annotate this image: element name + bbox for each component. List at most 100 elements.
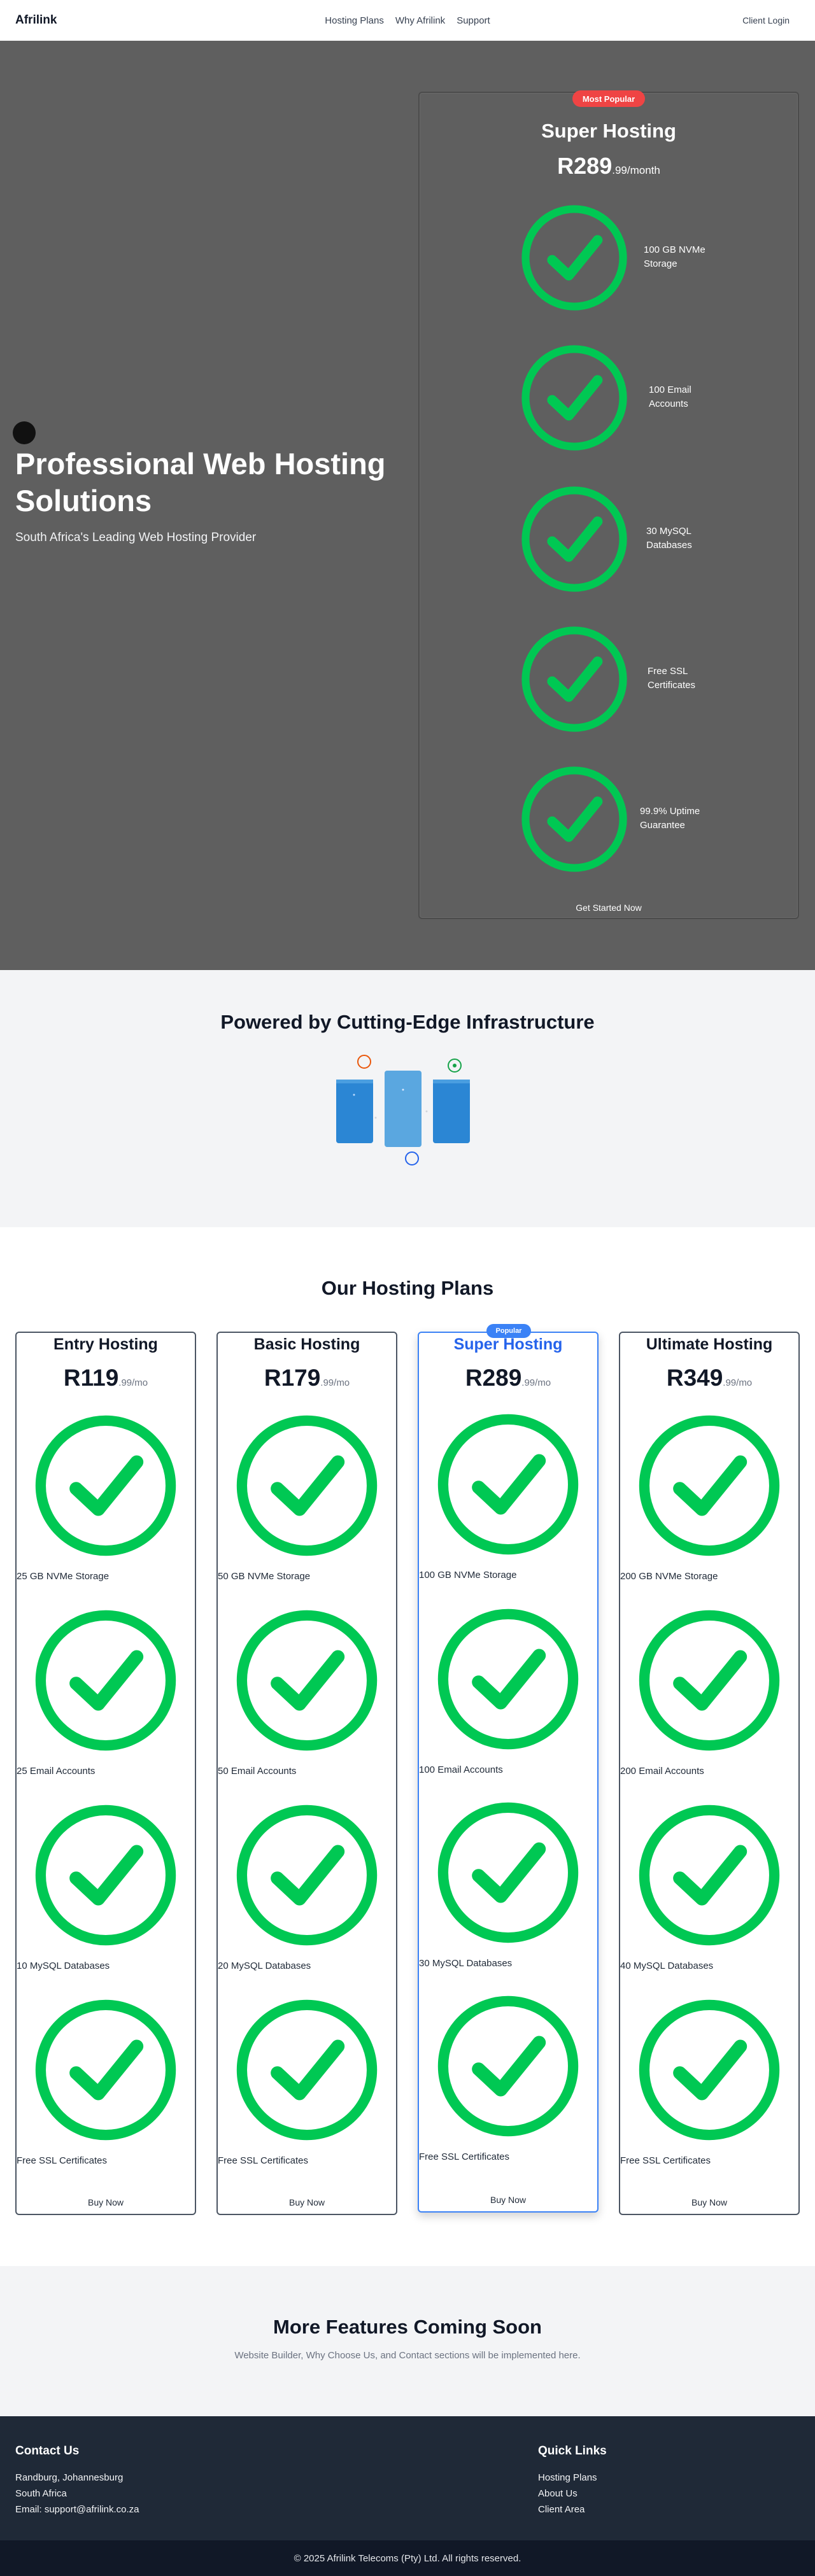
feature-label: 100 Email Accounts bbox=[649, 384, 691, 409]
feature-label: 99.9% Uptime Guarantee bbox=[640, 806, 700, 831]
infrastructure-section: Powered by Cutting-Edge Infrastructure bbox=[0, 970, 815, 1227]
buy-now-button[interactable]: Buy Now bbox=[218, 2197, 396, 2207]
feature-label: 200 Email Accounts bbox=[620, 1766, 704, 1777]
buy-now-button[interactable]: Buy Now bbox=[17, 2197, 195, 2207]
check-circle-icon bbox=[639, 1805, 780, 1946]
nav-why-afrilink[interactable]: Why Afrilink bbox=[395, 15, 445, 26]
price-main: R289 bbox=[557, 153, 613, 179]
plan-price: R349.99/mo bbox=[620, 1365, 798, 1391]
price-suffix: .99/month bbox=[612, 164, 660, 176]
feature-label: 100 GB NVMe Storage bbox=[419, 1570, 517, 1580]
plans-section: Our Hosting Plans Entry Hosting R119.99/… bbox=[0, 1227, 815, 2266]
check-circle-icon bbox=[236, 1415, 378, 1556]
feature-label: Free SSL Certificates bbox=[218, 2155, 308, 2166]
check-circle-icon bbox=[437, 1802, 579, 1943]
feature-label: 100 GB NVMe Storage bbox=[644, 244, 705, 269]
buy-now-button[interactable]: Buy Now bbox=[419, 2195, 597, 2205]
plan-price: R119.99/mo bbox=[17, 1365, 195, 1391]
feature-label: 25 GB NVMe Storage bbox=[17, 1571, 110, 1582]
hero-subtitle: South Africa's Leading Web Hosting Provi… bbox=[15, 531, 257, 544]
most-popular-badge: Most Popular bbox=[572, 90, 645, 107]
infrastructure-title: Powered by Cutting-Edge Infrastructure bbox=[220, 1011, 595, 1033]
check-circle-icon bbox=[521, 345, 627, 451]
footer-copyright: © 2025 Afrilink Telecoms (Pty) Ltd. All … bbox=[0, 2540, 815, 2576]
client-login-link[interactable]: Client Login bbox=[742, 15, 790, 25]
check-circle-icon bbox=[35, 1610, 176, 1751]
feature-label: 50 Email Accounts bbox=[218, 1766, 297, 1777]
footer-link-client-area[interactable]: Client Area bbox=[538, 2502, 607, 2517]
feature-label: Free SSL Certificates bbox=[17, 2155, 107, 2166]
hero-section: Professional Web Hosting Solutions South… bbox=[0, 41, 815, 970]
check-circle-icon bbox=[521, 205, 627, 311]
feature-item: 99.9% Uptime Guarantee bbox=[420, 764, 798, 878]
price-main: R179 bbox=[264, 1365, 321, 1391]
check-circle-icon bbox=[437, 1995, 579, 2137]
feature-label: 25 Email Accounts bbox=[17, 1766, 96, 1777]
coming-soon-title: More Features Coming Soon bbox=[273, 2316, 542, 2338]
plan-card-super: Popular Super Hosting R289.99/mo 100 GB … bbox=[418, 1324, 599, 2213]
footer-link-hosting-plans[interactable]: Hosting Plans bbox=[538, 2470, 607, 2486]
check-circle-icon bbox=[236, 1999, 378, 2141]
plan-name: Super Hosting bbox=[453, 1335, 563, 1353]
price-suffix: .99/mo bbox=[320, 1377, 350, 1388]
feature-label: 200 GB NVMe Storage bbox=[620, 1571, 718, 1582]
footer-links-title: Quick Links bbox=[538, 2444, 607, 2458]
plan-name: Ultimate Hosting bbox=[646, 1335, 773, 1353]
check-circle-icon bbox=[236, 1610, 378, 1751]
feature-label: 30 MySQL Databases bbox=[419, 1958, 513, 1969]
feature-item: 100 GB NVMe Storage bbox=[420, 202, 798, 317]
featured-plan-title: Super Hosting bbox=[541, 120, 676, 142]
feature-label: 20 MySQL Databases bbox=[218, 1960, 311, 1971]
price-suffix: .99/mo bbox=[521, 1377, 551, 1388]
coming-soon-section: More Features Coming Soon Website Builde… bbox=[0, 2266, 815, 2416]
feature-item: Free SSL Certificates bbox=[420, 624, 798, 738]
plans-title: Our Hosting Plans bbox=[321, 1277, 494, 1299]
footer-address-line: Randburg, Johannesburg bbox=[15, 2472, 124, 2483]
site-footer: Contact Us Randburg, Johannesburg South … bbox=[0, 2416, 815, 2576]
featured-plan-price: R289.99/month bbox=[420, 153, 798, 179]
check-circle-icon bbox=[35, 1999, 176, 2141]
feature-item: 100 Email Accounts bbox=[420, 342, 798, 457]
feature-label: 40 MySQL Databases bbox=[620, 1960, 714, 1971]
server-stack-icon bbox=[336, 1055, 470, 1165]
price-suffix: .99/mo bbox=[723, 1377, 753, 1388]
check-circle-icon bbox=[639, 1610, 780, 1751]
feature-label: 10 MySQL Databases bbox=[17, 1960, 110, 1971]
plan-price: R289.99/mo bbox=[419, 1365, 597, 1391]
hero-decoration bbox=[13, 421, 36, 444]
feature-label: Free SSL Certificates bbox=[419, 2151, 509, 2162]
get-started-button[interactable]: Get Started Now bbox=[420, 903, 798, 913]
check-circle-icon bbox=[35, 1805, 176, 1946]
footer-email[interactable]: Email: support@afrilink.co.za bbox=[15, 2502, 139, 2517]
brand-logo[interactable]: Afrilink bbox=[15, 13, 57, 27]
footer-contact-title: Contact Us bbox=[15, 2444, 80, 2458]
check-circle-icon bbox=[521, 766, 627, 872]
plan-card-basic: Basic Hosting R179.99/mo 50 GB NVMe Stor… bbox=[216, 1332, 397, 2215]
check-circle-icon bbox=[437, 1414, 579, 1555]
feature-label: 100 Email Accounts bbox=[419, 1764, 503, 1775]
buy-now-button[interactable]: Buy Now bbox=[620, 2197, 798, 2207]
feature-label: Free SSL Certificates bbox=[620, 2155, 711, 2166]
check-circle-icon bbox=[35, 1415, 176, 1556]
check-circle-icon bbox=[521, 486, 627, 592]
footer-address-line: South Africa bbox=[15, 2488, 67, 2499]
plan-name: Basic Hosting bbox=[253, 1335, 360, 1353]
footer-link-about-us[interactable]: About Us bbox=[538, 2486, 607, 2502]
price-suffix: .99/mo bbox=[118, 1377, 148, 1388]
featured-plan-card: Most Popular Super Hosting R289.99/month… bbox=[418, 90, 799, 919]
coming-soon-subtitle: Website Builder, Why Choose Us, and Cont… bbox=[234, 2350, 581, 2361]
price-main: R349 bbox=[666, 1365, 723, 1391]
check-circle-icon bbox=[437, 1608, 579, 1750]
footer-quick-links: Quick Links Hosting Plans About Us Clien… bbox=[538, 2444, 607, 2517]
feature-label: Free SSL Certificates bbox=[648, 666, 696, 691]
plan-card-entry: Entry Hosting R119.99/mo 25 GB NVMe Stor… bbox=[15, 1332, 196, 2215]
nav-support[interactable]: Support bbox=[457, 15, 490, 26]
hero-title: Professional Web Hosting Solutions bbox=[15, 447, 386, 517]
feature-label: 50 GB NVMe Storage bbox=[218, 1571, 311, 1582]
check-circle-icon bbox=[639, 1999, 780, 2141]
plan-name: Entry Hosting bbox=[53, 1335, 158, 1353]
plan-card-ultimate: Ultimate Hosting R349.99/mo 200 GB NVMe … bbox=[619, 1332, 800, 2215]
check-circle-icon bbox=[521, 626, 627, 732]
price-main: R289 bbox=[465, 1365, 522, 1391]
nav-hosting-plans[interactable]: Hosting Plans bbox=[325, 15, 384, 26]
